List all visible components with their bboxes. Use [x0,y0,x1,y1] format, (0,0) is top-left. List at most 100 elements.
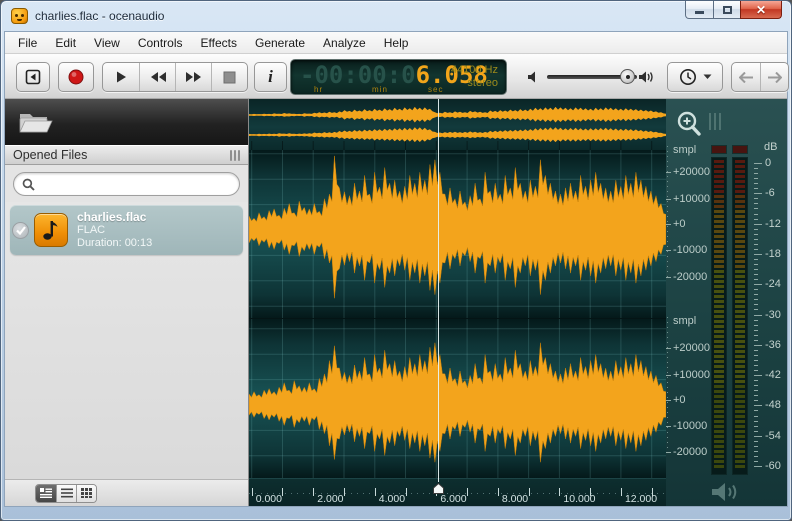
menu-view[interactable]: View [85,33,129,53]
fast-forward-icon [185,72,201,82]
sample-ruler-unit: smpl [673,144,697,156]
goto-start-button[interactable] [16,62,50,92]
file-list-item[interactable]: charlies.flac FLAC Duration: 00:13 [10,205,243,255]
waveform-panel: 0.000 2.000 4.000 6.000 8.000 10.000 12.000 [249,99,666,506]
db-scale-label: -42 [765,369,781,382]
sample-ruler-ticks [667,317,668,456]
search-input[interactable] [35,177,231,191]
opened-files-title: Opened Files [13,148,88,162]
app-window: charlies.flac - ocenaudio ✕ File Edit View… [0,0,792,521]
info-icon: i [268,67,273,86]
monitor-speaker-icon[interactable] [710,480,742,504]
time-display[interactable]: -00:00:06.058 hr min sec 44100 Hz stereo [290,59,507,95]
sample-ruler-label: +20000 [673,342,711,354]
maximize-button[interactable] [713,1,741,19]
file-list: charlies.flac FLAC Duration: 00:13 [5,202,248,479]
redo-forward-button[interactable] [760,63,788,91]
record-button[interactable] [58,62,94,92]
timeline-label: 10.000 [563,493,596,506]
play-button[interactable] [103,63,139,91]
audio-file-icon [34,213,68,247]
timeline-label: 12.000 [624,493,658,506]
db-scale-label: -60 [765,460,781,472]
menu-file[interactable]: File [9,33,46,53]
menu-generate[interactable]: Generate [246,33,314,53]
meter-clip-indicator [711,145,727,154]
undo-back-button[interactable] [732,63,760,91]
view-list-button[interactable] [56,484,76,502]
meter-clip-indicator [732,145,748,154]
sample-rate: 44100 Hz [450,64,498,76]
menu-controls[interactable]: Controls [129,33,192,53]
zoom-icon[interactable] [675,110,705,140]
playhead-line [438,99,439,482]
minimize-button[interactable] [685,1,714,19]
timeline-tick [467,488,469,497]
level-meter-left [711,157,727,475]
sample-ruler-label: +10000 [673,369,711,381]
db-scale-label: -54 [765,429,781,442]
play-icon [117,71,126,83]
maximize-icon [722,5,732,14]
view-detail-button[interactable] [36,484,56,502]
menu-edit[interactable]: Edit [46,33,85,53]
sidebar-mode-header[interactable] [5,99,248,145]
view-grid-button[interactable] [76,484,96,502]
search-icon [22,178,35,191]
arrow-right-icon [768,71,782,83]
title-bar[interactable]: charlies.flac - ocenaudio ✕ [1,1,791,31]
volume-low-icon [528,71,535,83]
close-button[interactable]: ✕ [740,1,782,19]
level-meter-right [732,157,748,475]
unit-min: min [372,85,388,94]
waveform-overview[interactable] [249,99,666,150]
opened-files-header: Opened Files [5,145,248,165]
detail-list-icon [40,488,52,498]
db-scale-label: -30 [765,308,781,321]
sample-ruler-ticks [667,146,668,281]
channel-mode: stereo [467,77,498,89]
panel-grip-icon[interactable] [709,113,721,130]
sample-ruler-label: +10000 [673,193,711,205]
waveform-channel-left[interactable] [249,149,666,318]
timeline-tick [497,488,499,497]
menu-help[interactable]: Help [375,33,418,53]
menu-effects[interactable]: Effects [192,33,246,53]
waveform-channel-right[interactable] [249,317,666,479]
menu-bar: File Edit View Controls Effects Generate Analy… [5,32,787,54]
arrow-left-icon [738,71,753,83]
file-format: FLAC [77,224,106,236]
app-icon [11,8,28,24]
panel-grip-icon[interactable] [230,149,240,161]
playhead-marker[interactable] [432,482,445,495]
stop-icon [223,71,236,83]
rewind-button[interactable] [139,63,175,91]
timeline-label: 4.000 [378,493,406,506]
sample-ruler-label: +20000 [673,166,711,178]
fast-forward-button[interactable] [175,63,211,91]
search-box[interactable] [13,172,240,196]
record-icon [68,69,84,85]
timeline-tick [251,488,253,497]
db-scale-label: 0 [765,157,772,169]
unit-hr: hr [314,85,324,94]
timeline-tick [620,488,622,497]
meter-ruler-panel: smpl +20000 +10000 +0 -10000 -20000 smpl +20000… [666,99,787,506]
folder-icon [19,114,53,133]
file-duration: Duration: 00:13 [77,237,153,249]
stop-button[interactable] [211,63,247,91]
info-button[interactable]: i [254,62,287,92]
menu-analyze[interactable]: Analyze [314,33,375,53]
sample-ruler-label: -10000 [673,244,708,256]
volume-knob[interactable] [620,69,635,84]
timeline-tick [282,488,284,497]
minimize-icon [695,11,704,14]
time-format-button[interactable] [667,62,723,92]
view-mode-bar [5,479,248,506]
sample-ruler-label: +0 [673,394,686,406]
timeline-label: 8.000 [501,493,529,506]
sample-ruler-unit: smpl [673,315,697,327]
timeline-ruler[interactable]: 0.000 2.000 4.000 6.000 8.000 10.000 12.000 [249,478,666,506]
timeline-label: 0.000 [255,493,282,506]
sample-ruler-label: -20000 [673,446,708,458]
